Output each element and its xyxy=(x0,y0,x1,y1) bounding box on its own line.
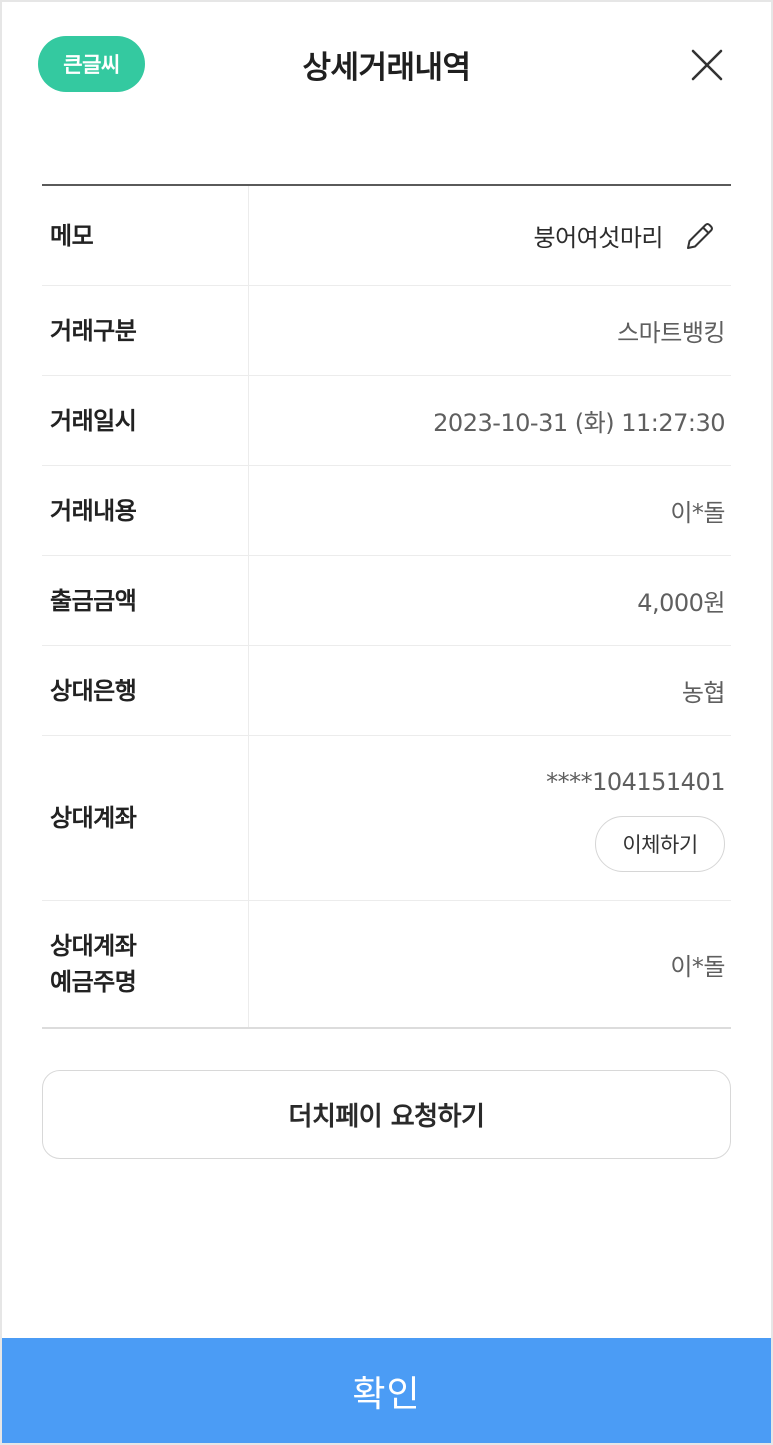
holder-label-line2: 예금주명 xyxy=(50,968,137,996)
type-row: 거래구분 스마트뱅킹 xyxy=(42,286,731,376)
holder-label: 상대계좌 예금주명 xyxy=(42,901,249,1027)
bank-row: 상대은행 농협 xyxy=(42,646,731,736)
description-value: 이*돌 xyxy=(670,499,725,527)
memo-label: 메모 xyxy=(42,186,249,285)
memo-value-cell: 붕어여섯마리 xyxy=(249,186,731,285)
amount-value: 4,000원 xyxy=(637,589,725,617)
datetime-label: 거래일시 xyxy=(42,376,249,465)
transaction-detail-table: 메모 붕어여섯마리 거래구분 스마트뱅킹 거래일시 2023-10-31 (화)… xyxy=(42,184,731,1029)
datetime-value: 2023-10-31 (화) 11:27:30 xyxy=(433,409,725,437)
amount-label: 출금금액 xyxy=(42,556,249,645)
memo-row: 메모 붕어여섯마리 xyxy=(42,186,731,286)
account-row: 상대계좌 ****104151401 이체하기 xyxy=(42,736,731,901)
account-column: ****104151401 이체하기 xyxy=(546,736,725,900)
bank-value: 농협 xyxy=(681,679,726,707)
holder-value: 이*돌 xyxy=(670,952,725,981)
pencil-icon xyxy=(687,222,713,249)
close-icon xyxy=(691,49,723,81)
type-value: 스마트뱅킹 xyxy=(617,319,725,347)
transfer-button[interactable]: 이체하기 xyxy=(595,816,725,872)
description-row: 거래내용 이*돌 xyxy=(42,466,731,556)
holder-label-line1: 상대계좌 xyxy=(50,932,137,960)
account-label: 상대계좌 xyxy=(42,736,249,900)
type-label: 거래구분 xyxy=(42,286,249,375)
dutch-pay-request-button[interactable]: 더치페이 요청하기 xyxy=(42,1070,731,1159)
holder-row: 상대계좌 예금주명 이*돌 xyxy=(42,901,731,1027)
close-button[interactable] xyxy=(686,44,728,86)
page-title: 상세거래내역 xyxy=(302,50,471,86)
edit-memo-button[interactable] xyxy=(683,219,717,253)
confirm-button[interactable]: 확인 xyxy=(2,1338,771,1443)
memo-value: 붕어여섯마리 xyxy=(533,224,664,252)
amount-row: 출금금액 4,000원 xyxy=(42,556,731,646)
account-number: ****104151401 xyxy=(546,768,725,796)
header: 큰글씨 상세거래내역 xyxy=(2,2,771,132)
description-label: 거래내용 xyxy=(42,466,249,555)
account-value-cell: ****104151401 이체하기 xyxy=(249,736,731,900)
datetime-row: 거래일시 2023-10-31 (화) 11:27:30 xyxy=(42,376,731,466)
transaction-detail-screen: 큰글씨 상세거래내역 메모 붕어여섯마리 거래구분 스마트뱅킹 거래일시 202… xyxy=(0,0,773,1445)
bank-label: 상대은행 xyxy=(42,646,249,735)
